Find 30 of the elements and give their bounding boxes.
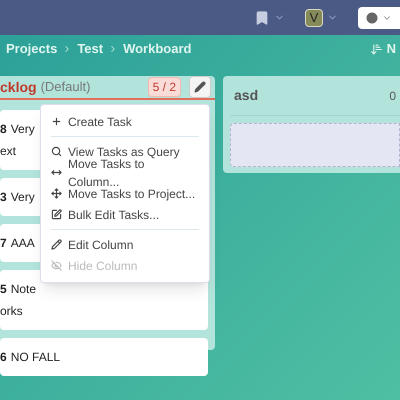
menu-item[interactable]: Edit Column — [51, 234, 199, 255]
menu-item[interactable]: Bulk Edit Tasks... — [51, 204, 199, 225]
circle-icon — [366, 12, 378, 24]
pencil-icon — [51, 239, 62, 250]
task-card[interactable]: 6 NO FALL — [0, 338, 208, 376]
task-title: 3 Very — [0, 189, 35, 206]
task-title: orks — [0, 303, 23, 320]
search-scope-button[interactable] — [358, 6, 400, 28]
pencil-icon — [194, 81, 206, 93]
plus-icon — [51, 116, 62, 127]
point-count: 0 — [389, 88, 396, 104]
task-title: 6 NO FALL — [0, 349, 60, 366]
column-subtitle: (Default) — [40, 78, 90, 96]
task-title: 5 Note — [0, 281, 36, 298]
sort-icon[interactable] — [370, 42, 383, 56]
task-title: 8 Very — [0, 121, 35, 138]
point-count: 5 / 2 — [148, 77, 181, 97]
task-title: ext — [0, 143, 16, 160]
edit-icon — [51, 209, 62, 220]
bookmark-icon[interactable] — [254, 10, 270, 26]
column-title: cklog — [0, 78, 37, 97]
avatar[interactable]: V — [305, 8, 323, 26]
eye-off-icon — [51, 260, 62, 271]
search-icon — [51, 146, 62, 157]
horizontal-arrows-icon — [51, 167, 62, 178]
column-menu-button[interactable] — [189, 76, 211, 98]
task-title: 7 AAA — [0, 235, 35, 252]
four-way-arrows-icon — [51, 188, 62, 199]
column-title: asd — [234, 86, 258, 105]
menu-item[interactable]: Create Task — [41, 111, 209, 132]
